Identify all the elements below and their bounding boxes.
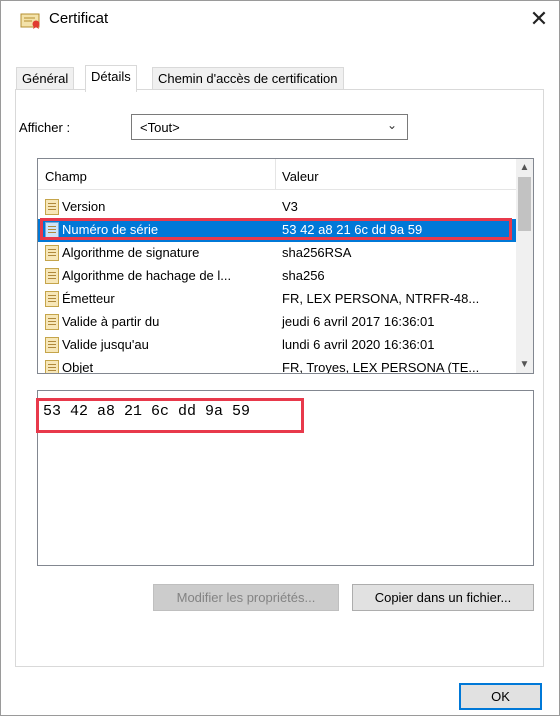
tab-label: Détails xyxy=(91,69,131,84)
field-value: lundi 6 avril 2020 16:36:01 xyxy=(282,337,435,352)
scroll-down-icon[interactable]: ▼ xyxy=(516,356,533,373)
field-value: V3 xyxy=(282,199,298,214)
show-label: Afficher : xyxy=(19,120,71,135)
scroll-up-icon[interactable]: ▲ xyxy=(516,159,533,176)
edit-properties-button[interactable]: Modifier les propriétés... xyxy=(153,584,339,611)
button-label: Copier dans un fichier... xyxy=(374,590,512,605)
list-item[interactable]: Objet FR, Troyes, LEX PERSONA (TE... xyxy=(38,357,516,374)
list-item[interactable]: Valide à partir du jeudi 6 avril 2017 16:… xyxy=(38,311,516,334)
title-bar: Certificat ✕ xyxy=(1,1,559,37)
column-header-value[interactable]: Valeur xyxy=(282,169,319,184)
window-title: Certificat xyxy=(49,10,109,27)
field-value: sha256 xyxy=(282,268,325,283)
list-item[interactable]: Algorithme de signature sha256RSA xyxy=(38,242,516,265)
tab-details[interactable]: Détails xyxy=(85,65,137,92)
list-item[interactable]: Valide jusqu'au lundi 6 avril 2020 16:36:… xyxy=(38,334,516,357)
field-name: Valide à partir du xyxy=(62,314,160,329)
chevron-down-icon: ⌄ xyxy=(386,118,397,132)
field-name: Algorithme de signature xyxy=(62,245,200,260)
field-name: Numéro de série xyxy=(62,222,159,237)
close-button[interactable]: ✕ xyxy=(519,1,559,37)
tab-certification-path[interactable]: Chemin d'accès de certification xyxy=(152,67,344,90)
certificate-field-icon xyxy=(45,337,59,353)
list-rows: Version V3 Numéro de série 53 42 a8 21 6c d… xyxy=(38,196,516,374)
certificate-icon xyxy=(20,13,40,29)
field-name: Version xyxy=(62,199,106,214)
certificate-field-icon xyxy=(45,245,59,261)
button-label: Modifier les propriétés... xyxy=(176,590,316,605)
certificate-field-icon xyxy=(45,360,59,373)
list-header: Champ Valeur xyxy=(38,159,516,190)
field-value: FR, LEX PERSONA, NTRFR-48... xyxy=(282,291,480,306)
scrollbar-thumb[interactable] xyxy=(518,177,531,231)
field-name: Valide jusqu'au xyxy=(62,337,149,352)
vertical-scrollbar[interactable]: ▲ ▼ xyxy=(516,159,533,373)
tab-label: Général xyxy=(22,71,69,86)
tab-general[interactable]: Général xyxy=(16,67,75,90)
list-item[interactable]: Émetteur FR, LEX PERSONA, NTRFR-48... xyxy=(38,288,516,311)
list-item[interactable]: Version V3 xyxy=(38,196,516,219)
certificate-field-icon xyxy=(45,291,59,307)
copy-to-file-button[interactable]: Copier dans un fichier... xyxy=(352,584,534,611)
certificate-field-icon xyxy=(45,199,59,215)
field-name: Algorithme de hachage de l... xyxy=(62,268,232,283)
certificate-field-icon xyxy=(45,314,59,330)
button-label: OK xyxy=(491,689,510,704)
certificate-field-icon xyxy=(45,268,59,284)
field-value: sha256RSA xyxy=(282,245,352,260)
field-value-box[interactable]: 53 42 a8 21 6c dd 9a 59 xyxy=(37,390,534,566)
fields-list[interactable]: Champ Valeur Version V3 Numéro de série 53 … xyxy=(37,158,534,374)
field-value-text: 53 42 a8 21 6c dd 9a 59 xyxy=(43,403,251,420)
certificate-field-icon xyxy=(45,222,59,238)
show-select-value: <Tout> xyxy=(140,120,180,135)
column-header-field[interactable]: Champ xyxy=(45,169,87,184)
tab-label: Chemin d'accès de certification xyxy=(158,71,338,86)
list-item[interactable]: Algorithme de hachage de l... sha256 xyxy=(38,265,516,288)
show-select[interactable]: <Tout> ⌄ xyxy=(131,114,408,140)
field-value: 53 42 a8 21 6c dd 9a 59 xyxy=(282,222,423,237)
list-item[interactable]: Numéro de série 53 42 a8 21 6c dd 9a 59 xyxy=(38,219,516,242)
field-name: Émetteur xyxy=(62,291,115,306)
ok-button[interactable]: OK xyxy=(459,683,542,710)
column-divider[interactable] xyxy=(275,159,276,189)
field-name: Objet xyxy=(62,360,94,374)
field-value: jeudi 6 avril 2017 16:36:01 xyxy=(282,314,435,329)
field-value: FR, Troyes, LEX PERSONA (TE... xyxy=(282,360,480,374)
close-icon: ✕ xyxy=(529,6,549,31)
